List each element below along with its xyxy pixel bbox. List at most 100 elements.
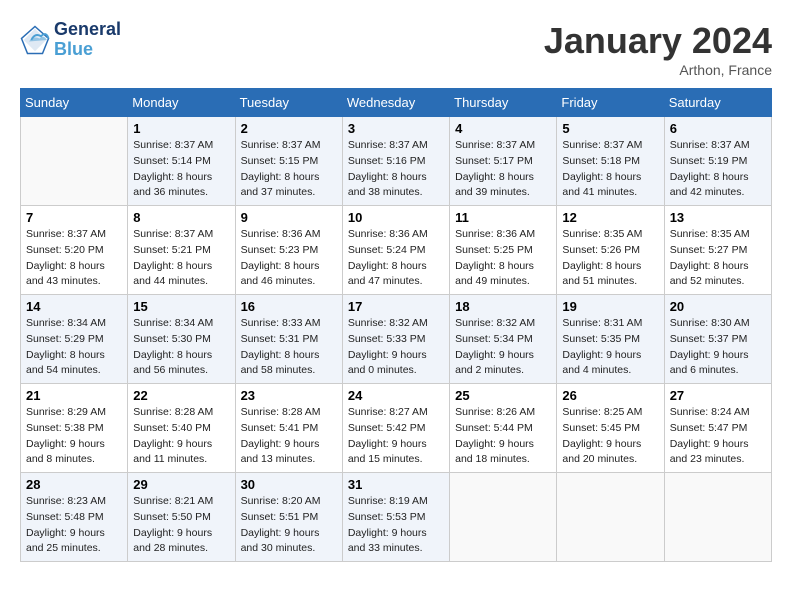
day-number: 7 bbox=[26, 210, 122, 225]
sunset-text: Sunset: 5:20 PM bbox=[26, 243, 122, 259]
day-info: Sunrise: 8:32 AM Sunset: 5:34 PM Dayligh… bbox=[455, 316, 551, 379]
day-info: Sunrise: 8:37 AM Sunset: 5:19 PM Dayligh… bbox=[670, 138, 766, 201]
day-number: 5 bbox=[562, 121, 658, 136]
sunset-text: Sunset: 5:23 PM bbox=[241, 243, 337, 259]
sunset-text: Sunset: 5:25 PM bbox=[455, 243, 551, 259]
day-info: Sunrise: 8:37 AM Sunset: 5:16 PM Dayligh… bbox=[348, 138, 444, 201]
sunset-text: Sunset: 5:33 PM bbox=[348, 332, 444, 348]
sunset-text: Sunset: 5:18 PM bbox=[562, 154, 658, 170]
daylight-text: Daylight: 8 hours and 43 minutes. bbox=[26, 259, 122, 291]
sunrise-text: Sunrise: 8:36 AM bbox=[348, 227, 444, 243]
sunset-text: Sunset: 5:41 PM bbox=[241, 421, 337, 437]
day-number: 12 bbox=[562, 210, 658, 225]
day-number: 16 bbox=[241, 299, 337, 314]
daylight-text: Daylight: 9 hours and 0 minutes. bbox=[348, 348, 444, 380]
weekday-header: Friday bbox=[557, 89, 664, 117]
day-number: 9 bbox=[241, 210, 337, 225]
daylight-text: Daylight: 8 hours and 39 minutes. bbox=[455, 170, 551, 202]
calendar-week-row: 1 Sunrise: 8:37 AM Sunset: 5:14 PM Dayli… bbox=[21, 117, 772, 206]
daylight-text: Daylight: 8 hours and 41 minutes. bbox=[562, 170, 658, 202]
sunset-text: Sunset: 5:26 PM bbox=[562, 243, 658, 259]
calendar-cell: 21 Sunrise: 8:29 AM Sunset: 5:38 PM Dayl… bbox=[21, 384, 128, 473]
day-info: Sunrise: 8:27 AM Sunset: 5:42 PM Dayligh… bbox=[348, 405, 444, 468]
day-info: Sunrise: 8:37 AM Sunset: 5:20 PM Dayligh… bbox=[26, 227, 122, 290]
weekday-header: Saturday bbox=[664, 89, 771, 117]
sunset-text: Sunset: 5:37 PM bbox=[670, 332, 766, 348]
daylight-text: Daylight: 8 hours and 47 minutes. bbox=[348, 259, 444, 291]
sunrise-text: Sunrise: 8:37 AM bbox=[348, 138, 444, 154]
day-info: Sunrise: 8:35 AM Sunset: 5:27 PM Dayligh… bbox=[670, 227, 766, 290]
sunset-text: Sunset: 5:24 PM bbox=[348, 243, 444, 259]
daylight-text: Daylight: 8 hours and 58 minutes. bbox=[241, 348, 337, 380]
day-info: Sunrise: 8:37 AM Sunset: 5:17 PM Dayligh… bbox=[455, 138, 551, 201]
day-number: 17 bbox=[348, 299, 444, 314]
day-number: 1 bbox=[133, 121, 229, 136]
calendar-cell: 27 Sunrise: 8:24 AM Sunset: 5:47 PM Dayl… bbox=[664, 384, 771, 473]
calendar-cell: 29 Sunrise: 8:21 AM Sunset: 5:50 PM Dayl… bbox=[128, 473, 235, 562]
day-number: 4 bbox=[455, 121, 551, 136]
day-number: 10 bbox=[348, 210, 444, 225]
day-info: Sunrise: 8:29 AM Sunset: 5:38 PM Dayligh… bbox=[26, 405, 122, 468]
daylight-text: Daylight: 8 hours and 46 minutes. bbox=[241, 259, 337, 291]
weekday-header: Thursday bbox=[450, 89, 557, 117]
sunset-text: Sunset: 5:38 PM bbox=[26, 421, 122, 437]
calendar-week-row: 14 Sunrise: 8:34 AM Sunset: 5:29 PM Dayl… bbox=[21, 295, 772, 384]
sunset-text: Sunset: 5:51 PM bbox=[241, 510, 337, 526]
day-info: Sunrise: 8:24 AM Sunset: 5:47 PM Dayligh… bbox=[670, 405, 766, 468]
day-number: 24 bbox=[348, 388, 444, 403]
sunrise-text: Sunrise: 8:37 AM bbox=[241, 138, 337, 154]
sunrise-text: Sunrise: 8:36 AM bbox=[455, 227, 551, 243]
daylight-text: Daylight: 9 hours and 15 minutes. bbox=[348, 437, 444, 469]
day-info: Sunrise: 8:34 AM Sunset: 5:29 PM Dayligh… bbox=[26, 316, 122, 379]
sunrise-text: Sunrise: 8:29 AM bbox=[26, 405, 122, 421]
daylight-text: Daylight: 9 hours and 2 minutes. bbox=[455, 348, 551, 380]
sunrise-text: Sunrise: 8:37 AM bbox=[26, 227, 122, 243]
weekday-header: Tuesday bbox=[235, 89, 342, 117]
sunrise-text: Sunrise: 8:20 AM bbox=[241, 494, 337, 510]
calendar-cell: 8 Sunrise: 8:37 AM Sunset: 5:21 PM Dayli… bbox=[128, 206, 235, 295]
calendar-cell bbox=[664, 473, 771, 562]
day-number: 2 bbox=[241, 121, 337, 136]
calendar-cell: 5 Sunrise: 8:37 AM Sunset: 5:18 PM Dayli… bbox=[557, 117, 664, 206]
sunrise-text: Sunrise: 8:28 AM bbox=[133, 405, 229, 421]
daylight-text: Daylight: 8 hours and 37 minutes. bbox=[241, 170, 337, 202]
calendar-cell: 4 Sunrise: 8:37 AM Sunset: 5:17 PM Dayli… bbox=[450, 117, 557, 206]
sunrise-text: Sunrise: 8:37 AM bbox=[670, 138, 766, 154]
calendar-cell bbox=[21, 117, 128, 206]
daylight-text: Daylight: 9 hours and 8 minutes. bbox=[26, 437, 122, 469]
weekday-header: Wednesday bbox=[342, 89, 449, 117]
sunset-text: Sunset: 5:42 PM bbox=[348, 421, 444, 437]
daylight-text: Daylight: 8 hours and 54 minutes. bbox=[26, 348, 122, 380]
sunset-text: Sunset: 5:14 PM bbox=[133, 154, 229, 170]
sunrise-text: Sunrise: 8:35 AM bbox=[670, 227, 766, 243]
day-number: 13 bbox=[670, 210, 766, 225]
sunrise-text: Sunrise: 8:34 AM bbox=[26, 316, 122, 332]
day-info: Sunrise: 8:28 AM Sunset: 5:40 PM Dayligh… bbox=[133, 405, 229, 468]
header: GeneralBlue January 2024 Arthon, France bbox=[20, 20, 772, 78]
calendar-cell: 26 Sunrise: 8:25 AM Sunset: 5:45 PM Dayl… bbox=[557, 384, 664, 473]
calendar-cell: 20 Sunrise: 8:30 AM Sunset: 5:37 PM Dayl… bbox=[664, 295, 771, 384]
daylight-text: Daylight: 9 hours and 4 minutes. bbox=[562, 348, 658, 380]
calendar-cell bbox=[450, 473, 557, 562]
daylight-text: Daylight: 9 hours and 6 minutes. bbox=[670, 348, 766, 380]
calendar-cell: 9 Sunrise: 8:36 AM Sunset: 5:23 PM Dayli… bbox=[235, 206, 342, 295]
day-info: Sunrise: 8:37 AM Sunset: 5:15 PM Dayligh… bbox=[241, 138, 337, 201]
sunrise-text: Sunrise: 8:35 AM bbox=[562, 227, 658, 243]
daylight-text: Daylight: 8 hours and 36 minutes. bbox=[133, 170, 229, 202]
day-info: Sunrise: 8:33 AM Sunset: 5:31 PM Dayligh… bbox=[241, 316, 337, 379]
day-number: 20 bbox=[670, 299, 766, 314]
daylight-text: Daylight: 9 hours and 23 minutes. bbox=[670, 437, 766, 469]
calendar-cell: 17 Sunrise: 8:32 AM Sunset: 5:33 PM Dayl… bbox=[342, 295, 449, 384]
sunrise-text: Sunrise: 8:27 AM bbox=[348, 405, 444, 421]
weekday-header-row: SundayMondayTuesdayWednesdayThursdayFrid… bbox=[21, 89, 772, 117]
daylight-text: Daylight: 8 hours and 44 minutes. bbox=[133, 259, 229, 291]
sunrise-text: Sunrise: 8:32 AM bbox=[455, 316, 551, 332]
calendar-cell: 10 Sunrise: 8:36 AM Sunset: 5:24 PM Dayl… bbox=[342, 206, 449, 295]
calendar-cell: 13 Sunrise: 8:35 AM Sunset: 5:27 PM Dayl… bbox=[664, 206, 771, 295]
day-info: Sunrise: 8:20 AM Sunset: 5:51 PM Dayligh… bbox=[241, 494, 337, 557]
day-number: 25 bbox=[455, 388, 551, 403]
daylight-text: Daylight: 9 hours and 13 minutes. bbox=[241, 437, 337, 469]
sunset-text: Sunset: 5:27 PM bbox=[670, 243, 766, 259]
sunset-text: Sunset: 5:29 PM bbox=[26, 332, 122, 348]
calendar-cell: 12 Sunrise: 8:35 AM Sunset: 5:26 PM Dayl… bbox=[557, 206, 664, 295]
